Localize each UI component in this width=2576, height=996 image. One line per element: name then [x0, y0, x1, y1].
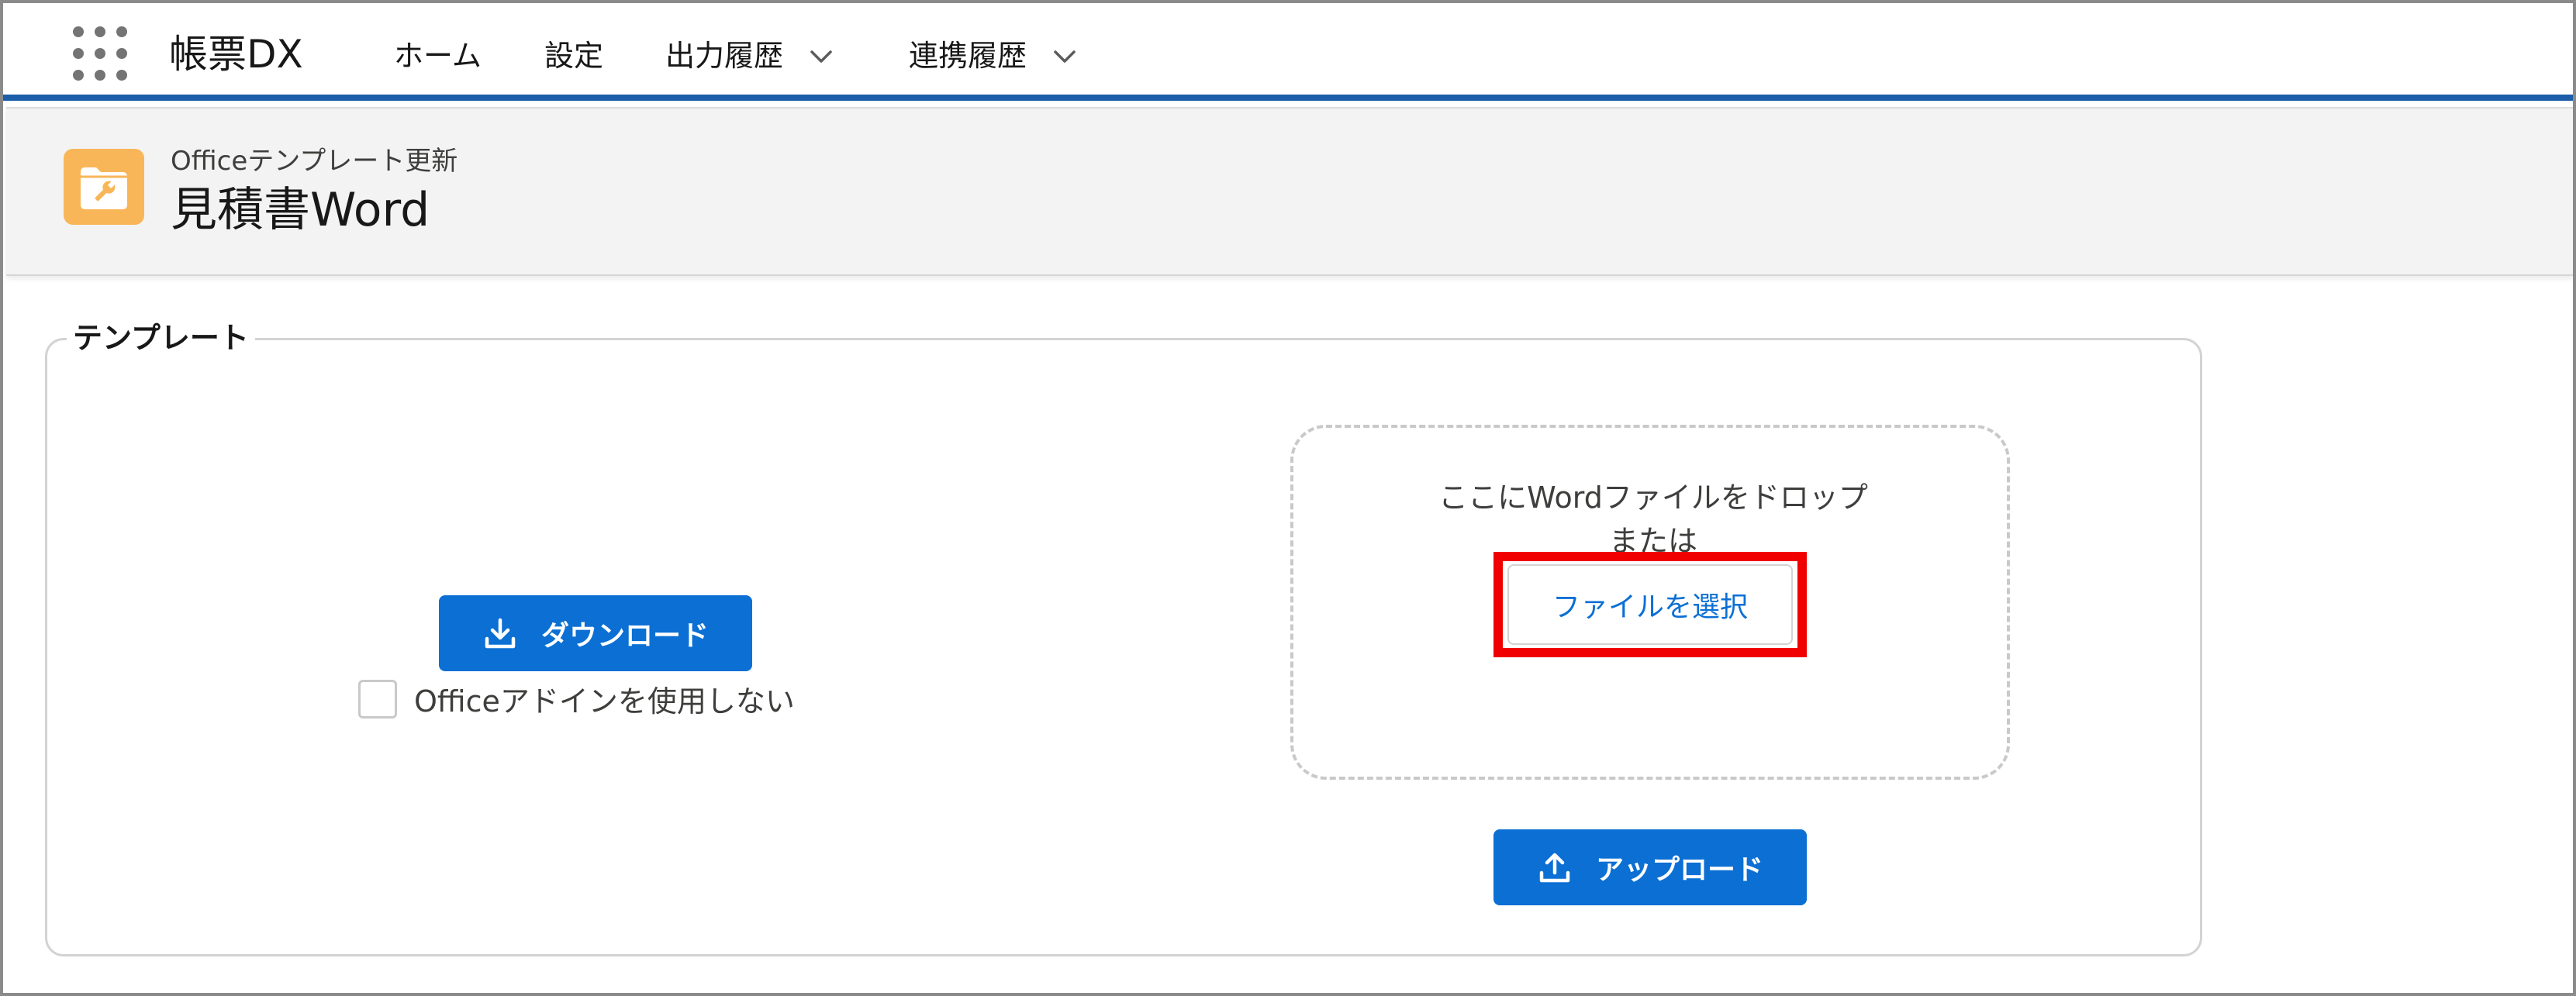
dropzone-instruction: ここにWordファイルをドロップ [1438, 481, 1868, 515]
chevron-down-icon[interactable] [1053, 44, 1076, 67]
object-type-label: Officeテンプレート更新 [171, 146, 458, 177]
page-header: Officeテンプレート更新 見積書Word [6, 107, 2573, 276]
upload-button[interactable]: アップロード [1493, 829, 1807, 905]
download-icon [485, 618, 516, 649]
nav-item-label: 連携履歴 [909, 39, 1027, 73]
no-office-addin-option[interactable]: Officeアドインを使用しない [358, 677, 795, 720]
select-file-button[interactable]: ファイルを選択 [1507, 564, 1793, 645]
page-title: 見積書Word [171, 183, 430, 237]
upload-icon [1539, 853, 1570, 883]
top-navigation-bar: 帳票DX ホーム 設定 出力履歴 連携履歴 [3, 3, 2573, 101]
checkbox-label: Officeアドインを使用しない [414, 684, 795, 719]
nav-item-output-history[interactable]: 出力履歴 [665, 34, 833, 78]
download-button[interactable]: ダウンロード [439, 595, 752, 671]
folder-wrench-icon [64, 149, 144, 225]
download-button-label: ダウンロード [540, 620, 709, 652]
upload-button-label: アップロード [1595, 854, 1763, 886]
app-launcher-icon[interactable] [73, 26, 127, 81]
nav-item-label: ホーム [394, 39, 482, 73]
no-office-addin-checkbox[interactable] [358, 679, 397, 719]
nav-item-label: 出力履歴 [665, 39, 784, 73]
app-name: 帳票DX [169, 32, 303, 77]
chevron-down-icon[interactable] [810, 44, 833, 67]
nav-item-home[interactable]: ホーム [394, 34, 482, 78]
template-legend: テンプレート [67, 319, 255, 357]
nav-item-integration-history[interactable]: 連携履歴 [909, 34, 1076, 78]
nav-item-settings[interactable]: 設定 [544, 34, 603, 78]
nav-item-label: 設定 [544, 39, 604, 73]
